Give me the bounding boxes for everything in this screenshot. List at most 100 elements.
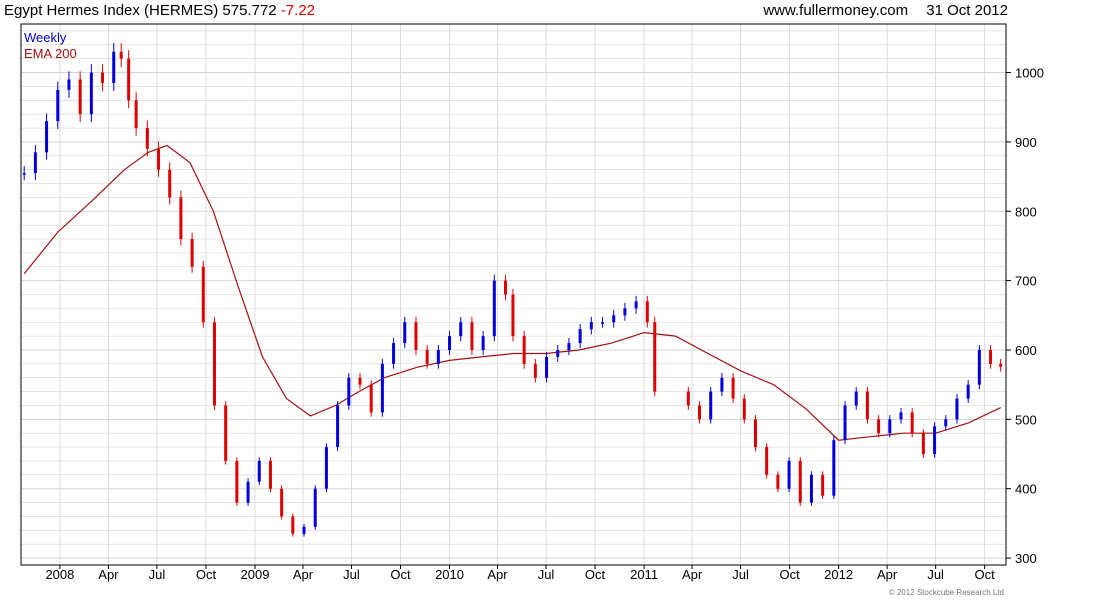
bar-body bbox=[235, 460, 239, 503]
bar-body bbox=[448, 336, 452, 350]
bar-body bbox=[145, 128, 149, 149]
weekly-bar-up bbox=[567, 337, 571, 355]
weekly-bar-up bbox=[601, 316, 605, 328]
weekly-bar-up bbox=[112, 43, 116, 92]
weekly-bar-down bbox=[753, 415, 757, 451]
bar-body bbox=[268, 460, 272, 489]
bar-body bbox=[601, 322, 605, 324]
weekly-bar-down bbox=[765, 443, 769, 479]
weekly-bar-up bbox=[336, 401, 340, 451]
weekly-bar-down bbox=[999, 359, 1003, 372]
weekly-bar-down bbox=[168, 162, 172, 205]
bar-body bbox=[504, 280, 508, 295]
weekly-bar-up bbox=[899, 408, 903, 424]
bar-body bbox=[45, 121, 49, 153]
y-tick-label: 900 bbox=[1015, 135, 1037, 150]
weekly-bar-down bbox=[134, 92, 138, 136]
bar-body bbox=[78, 79, 82, 115]
weekly-bar-up bbox=[448, 330, 452, 355]
weekly-bar-down bbox=[369, 380, 373, 417]
bar-body bbox=[157, 148, 161, 170]
bar-body bbox=[556, 349, 560, 357]
weekly-bar-down bbox=[145, 120, 149, 157]
weekly-bar-down bbox=[653, 316, 657, 397]
x-tick-label: 2010 bbox=[435, 567, 464, 582]
bar-body bbox=[966, 384, 970, 399]
weekly-bar-up bbox=[612, 309, 616, 328]
bar-body bbox=[545, 356, 549, 378]
bar-body bbox=[403, 322, 407, 344]
weekly-bar-down bbox=[645, 295, 649, 328]
bar-body bbox=[67, 79, 71, 90]
bar-body bbox=[302, 526, 306, 534]
weekly-bar-down bbox=[522, 330, 526, 369]
x-tick-label: Apr bbox=[487, 567, 508, 582]
bar-body bbox=[843, 405, 847, 441]
weekly-bar-up bbox=[246, 478, 250, 506]
weekly-bar-down bbox=[224, 401, 228, 465]
weekly-bar-up bbox=[556, 344, 560, 362]
x-tick-label: Oct bbox=[779, 567, 800, 582]
bar-body bbox=[832, 440, 836, 496]
weekly-bar-down bbox=[533, 359, 537, 383]
weekly-bar-down bbox=[119, 43, 123, 68]
bar-body bbox=[653, 322, 657, 392]
bar-body bbox=[280, 488, 284, 517]
bar-body bbox=[645, 301, 649, 323]
x-tick-label: Apr bbox=[293, 567, 314, 582]
weekly-bar-down bbox=[280, 485, 284, 520]
bar-body bbox=[470, 322, 474, 350]
weekly-bar-down bbox=[470, 316, 474, 355]
weekly-bar-down bbox=[179, 190, 183, 246]
weekly-bar-up bbox=[481, 330, 485, 355]
bar-body bbox=[578, 329, 582, 344]
bar-body bbox=[436, 349, 440, 364]
weekly-bar-down bbox=[127, 50, 131, 109]
bar-body bbox=[821, 474, 825, 496]
bar-body bbox=[127, 58, 131, 101]
weekly-bar-down bbox=[921, 429, 925, 458]
bar-body bbox=[347, 377, 351, 406]
x-tick-label: 2011 bbox=[630, 567, 658, 582]
weekly-bar-down bbox=[698, 401, 702, 424]
bar-body bbox=[324, 447, 328, 489]
bar-body bbox=[798, 460, 802, 503]
bar-body bbox=[425, 349, 429, 364]
bar-body bbox=[989, 349, 993, 364]
weekly-bar-up bbox=[56, 81, 60, 129]
weekly-bar-up bbox=[720, 373, 724, 397]
y-tick-label: 400 bbox=[1015, 482, 1037, 497]
weekly-bar-up bbox=[67, 71, 71, 99]
bar-body bbox=[168, 169, 172, 198]
weekly-bar-down bbox=[414, 316, 418, 355]
x-tick-label: 2009 bbox=[241, 567, 270, 582]
bar-body bbox=[56, 89, 60, 122]
bar-body bbox=[481, 336, 485, 350]
bar-body bbox=[921, 433, 925, 455]
bar-body bbox=[589, 322, 593, 330]
bar-body bbox=[492, 280, 496, 337]
bar-body bbox=[179, 197, 183, 240]
weekly-bar-up bbox=[933, 422, 937, 458]
weekly-bar-down bbox=[511, 288, 515, 342]
chart-canvas: 300 400 500 600 700 800 900 1000 2008 Apr Jul Oct 20… bbox=[20, 23, 1044, 582]
bar-body bbox=[944, 419, 948, 427]
bar-body bbox=[623, 308, 627, 316]
copyright-note: © 2012 Stockcube Research Ltd bbox=[888, 588, 1004, 597]
bar-body bbox=[112, 51, 116, 83]
weekly-bar-up bbox=[578, 323, 582, 349]
bar-body bbox=[369, 384, 373, 413]
weekly-bar-up bbox=[977, 344, 981, 390]
weekly-bar-up bbox=[33, 144, 37, 181]
bar-body bbox=[731, 377, 735, 399]
weekly-bar-up bbox=[843, 401, 847, 445]
weekly-bar-down bbox=[821, 471, 825, 499]
weekly-bar-up bbox=[634, 295, 638, 314]
x-tick-label: Apr bbox=[98, 567, 119, 582]
legend-ema: EMA 200 bbox=[24, 46, 77, 61]
weekly-bar-up bbox=[854, 387, 858, 410]
weekly-bar-up bbox=[589, 316, 593, 335]
weekly-bar-up bbox=[45, 113, 49, 160]
weekly-bar-down bbox=[268, 457, 272, 493]
legend: Weekly EMA 200 bbox=[24, 30, 77, 62]
